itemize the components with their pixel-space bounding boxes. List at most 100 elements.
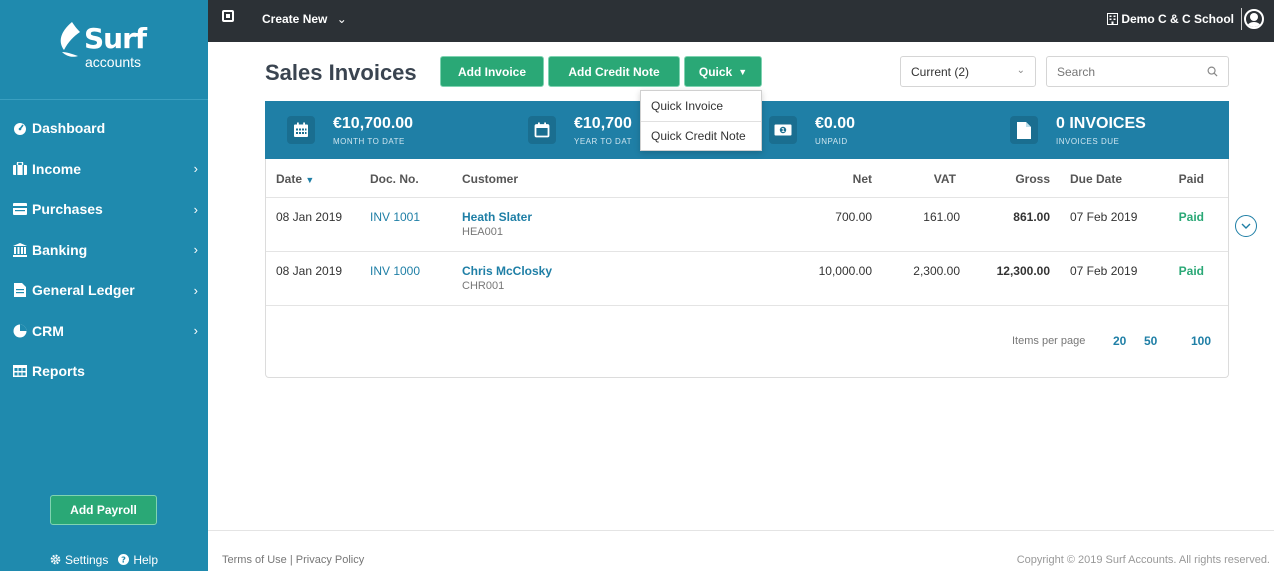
sidebar-item-reports[interactable]: Reports xyxy=(0,351,208,392)
company-name: Demo C & C School xyxy=(1121,12,1234,26)
pie-icon xyxy=(12,323,28,339)
sidebar-item-crm[interactable]: CRM › xyxy=(0,311,208,352)
footer-links[interactable]: Terms of Use | Privacy Policy xyxy=(222,554,364,566)
chevron-right-icon: › xyxy=(193,282,198,298)
top-bar: Create New ⌄ Demo C & C School xyxy=(208,0,1274,42)
logo-name: Surf xyxy=(84,22,147,55)
page-footer: Terms of Use | Privacy Policy Copyright … xyxy=(208,530,1274,571)
help-link[interactable]: ? Help xyxy=(118,553,158,567)
sidebar-item-label: CRM xyxy=(32,322,64,339)
chevron-right-icon: › xyxy=(193,201,198,217)
add-credit-note-button[interactable]: Add Credit Note xyxy=(548,56,680,87)
quick-dropdown-menu: Quick Invoice Quick Credit Note xyxy=(640,90,762,151)
table-divider xyxy=(266,305,1228,306)
cell-vat: 161.00 xyxy=(923,210,960,224)
create-new-menu[interactable]: Create New ⌄ xyxy=(262,12,347,26)
menu-item-quick-credit-note[interactable]: Quick Credit Note xyxy=(651,129,746,143)
customer-code: HEA001 xyxy=(462,226,503,238)
document-icon xyxy=(12,282,28,298)
status-filter-select[interactable]: Current (2) ⌄ xyxy=(900,56,1036,87)
calendar-outline-icon xyxy=(528,116,556,144)
chevron-right-icon: › xyxy=(193,242,198,258)
cell-net: 10,000.00 xyxy=(818,264,872,278)
settings-label: Settings xyxy=(64,552,109,567)
sidebar-item-dashboard[interactable]: Dashboard xyxy=(0,108,208,149)
search-icon xyxy=(1207,66,1218,77)
sidebar-item-label: Banking xyxy=(32,241,88,258)
chevron-down-icon: ⌄ xyxy=(336,12,347,26)
page-size-20[interactable]: 20 xyxy=(1113,334,1126,348)
sidebar-item-purchases[interactable]: Purchases › xyxy=(0,189,208,230)
stat-label: MONTH TO DATE xyxy=(333,137,405,146)
search-placeholder: Search xyxy=(1057,64,1096,79)
bank-icon xyxy=(12,242,28,258)
sidebar-footer: Settings ? Help xyxy=(0,548,208,571)
topbar-divider xyxy=(1241,8,1242,30)
create-new-label: Create New xyxy=(262,12,328,26)
add-payroll-button[interactable]: Add Payroll xyxy=(50,495,157,525)
column-due-date[interactable]: Due Date xyxy=(1070,172,1122,186)
money-icon: 1 xyxy=(769,116,797,144)
add-invoice-button[interactable]: Add Invoice xyxy=(440,56,544,87)
page-size-50[interactable]: 50 xyxy=(1144,334,1157,348)
stat-label: YEAR TO DAT xyxy=(574,137,632,146)
building-icon xyxy=(1107,13,1119,25)
leaf-logo-icon xyxy=(60,22,80,57)
user-avatar-icon[interactable] xyxy=(1244,9,1264,29)
doc-number-link[interactable]: INV 1001 xyxy=(370,210,420,224)
cell-due-date: 07 Feb 2019 xyxy=(1070,210,1138,224)
menu-item-quick-invoice[interactable]: Quick Invoice xyxy=(651,99,723,113)
company-selector[interactable]: Demo C & C School xyxy=(1107,12,1234,26)
chevron-right-icon: › xyxy=(193,323,198,339)
sort-desc-icon: ▼ xyxy=(305,175,315,185)
column-vat[interactable]: VAT xyxy=(934,172,956,186)
quick-button[interactable]: Quick ▼ xyxy=(684,56,762,87)
paid-status: Paid xyxy=(1178,210,1204,224)
table-row[interactable]: 08 Jan 2019 INV 1001 Heath Slater HEA001… xyxy=(266,197,1228,251)
sidebar-item-label: Purchases xyxy=(32,201,103,218)
chevron-right-icon: › xyxy=(193,161,198,177)
page-size-100[interactable]: 100 xyxy=(1191,334,1211,348)
collapse-sidebar-icon[interactable] xyxy=(222,10,234,22)
column-net[interactable]: Net xyxy=(853,172,872,186)
cell-gross: 861.00 xyxy=(1013,210,1050,224)
calendar-icon xyxy=(287,116,315,144)
sidebar-item-label: Dashboard xyxy=(32,120,106,137)
file-icon xyxy=(1010,116,1038,144)
stat-value: €0.00 xyxy=(815,115,856,132)
sidebar-item-income[interactable]: Income › xyxy=(0,149,208,190)
search-input[interactable]: Search xyxy=(1046,56,1229,87)
stat-label: UNPAID xyxy=(815,137,848,146)
sidebar-item-banking[interactable]: Banking › xyxy=(0,230,208,271)
quick-label: Quick xyxy=(698,64,733,79)
card-icon xyxy=(12,201,28,217)
column-gross[interactable]: Gross xyxy=(1015,172,1050,186)
stat-invoices-due: 0 INVOICES INVOICES DUE xyxy=(988,101,1229,159)
expand-row-button[interactable] xyxy=(1235,215,1257,237)
cell-date: 08 Jan 2019 xyxy=(276,210,343,224)
customer-code: CHR001 xyxy=(462,280,505,292)
items-per-page-label: Items per page xyxy=(1012,335,1086,347)
column-paid[interactable]: Paid xyxy=(1179,172,1204,186)
copyright-text: Copyright © 2019 Surf Accounts. All righ… xyxy=(1016,554,1270,566)
help-label: Help xyxy=(133,552,159,567)
table-row[interactable]: 08 Jan 2019 INV 1000 Chris McClosky CHR0… xyxy=(266,251,1228,305)
column-customer[interactable]: Customer xyxy=(462,172,518,186)
dashboard-icon xyxy=(12,120,28,136)
page-title: Sales Invoices xyxy=(265,60,417,85)
stat-unpaid: 1 €0.00 UNPAID xyxy=(747,101,988,159)
stat-month-to-date: €10,700.00 MONTH TO DATE xyxy=(265,101,506,159)
column-label: Date xyxy=(276,172,303,186)
settings-link[interactable]: Settings xyxy=(50,553,108,567)
chevron-down-icon xyxy=(1241,223,1251,229)
surf-logo[interactable]: Surf accounts xyxy=(0,0,208,100)
sidebar-item-general-ledger[interactable]: General Ledger › xyxy=(0,270,208,311)
column-date[interactable]: Date ▼ xyxy=(276,172,314,186)
invoice-table: Date ▼ Doc. No. Customer Net VAT Gross D… xyxy=(265,159,1229,378)
svg-text:1: 1 xyxy=(781,128,785,134)
customer-link[interactable]: Heath Slater xyxy=(462,210,532,224)
caret-down-icon: ▼ xyxy=(738,66,748,77)
customer-link[interactable]: Chris McClosky xyxy=(462,264,552,278)
column-doc-no[interactable]: Doc. No. xyxy=(370,172,419,186)
doc-number-link[interactable]: INV 1000 xyxy=(370,264,420,278)
